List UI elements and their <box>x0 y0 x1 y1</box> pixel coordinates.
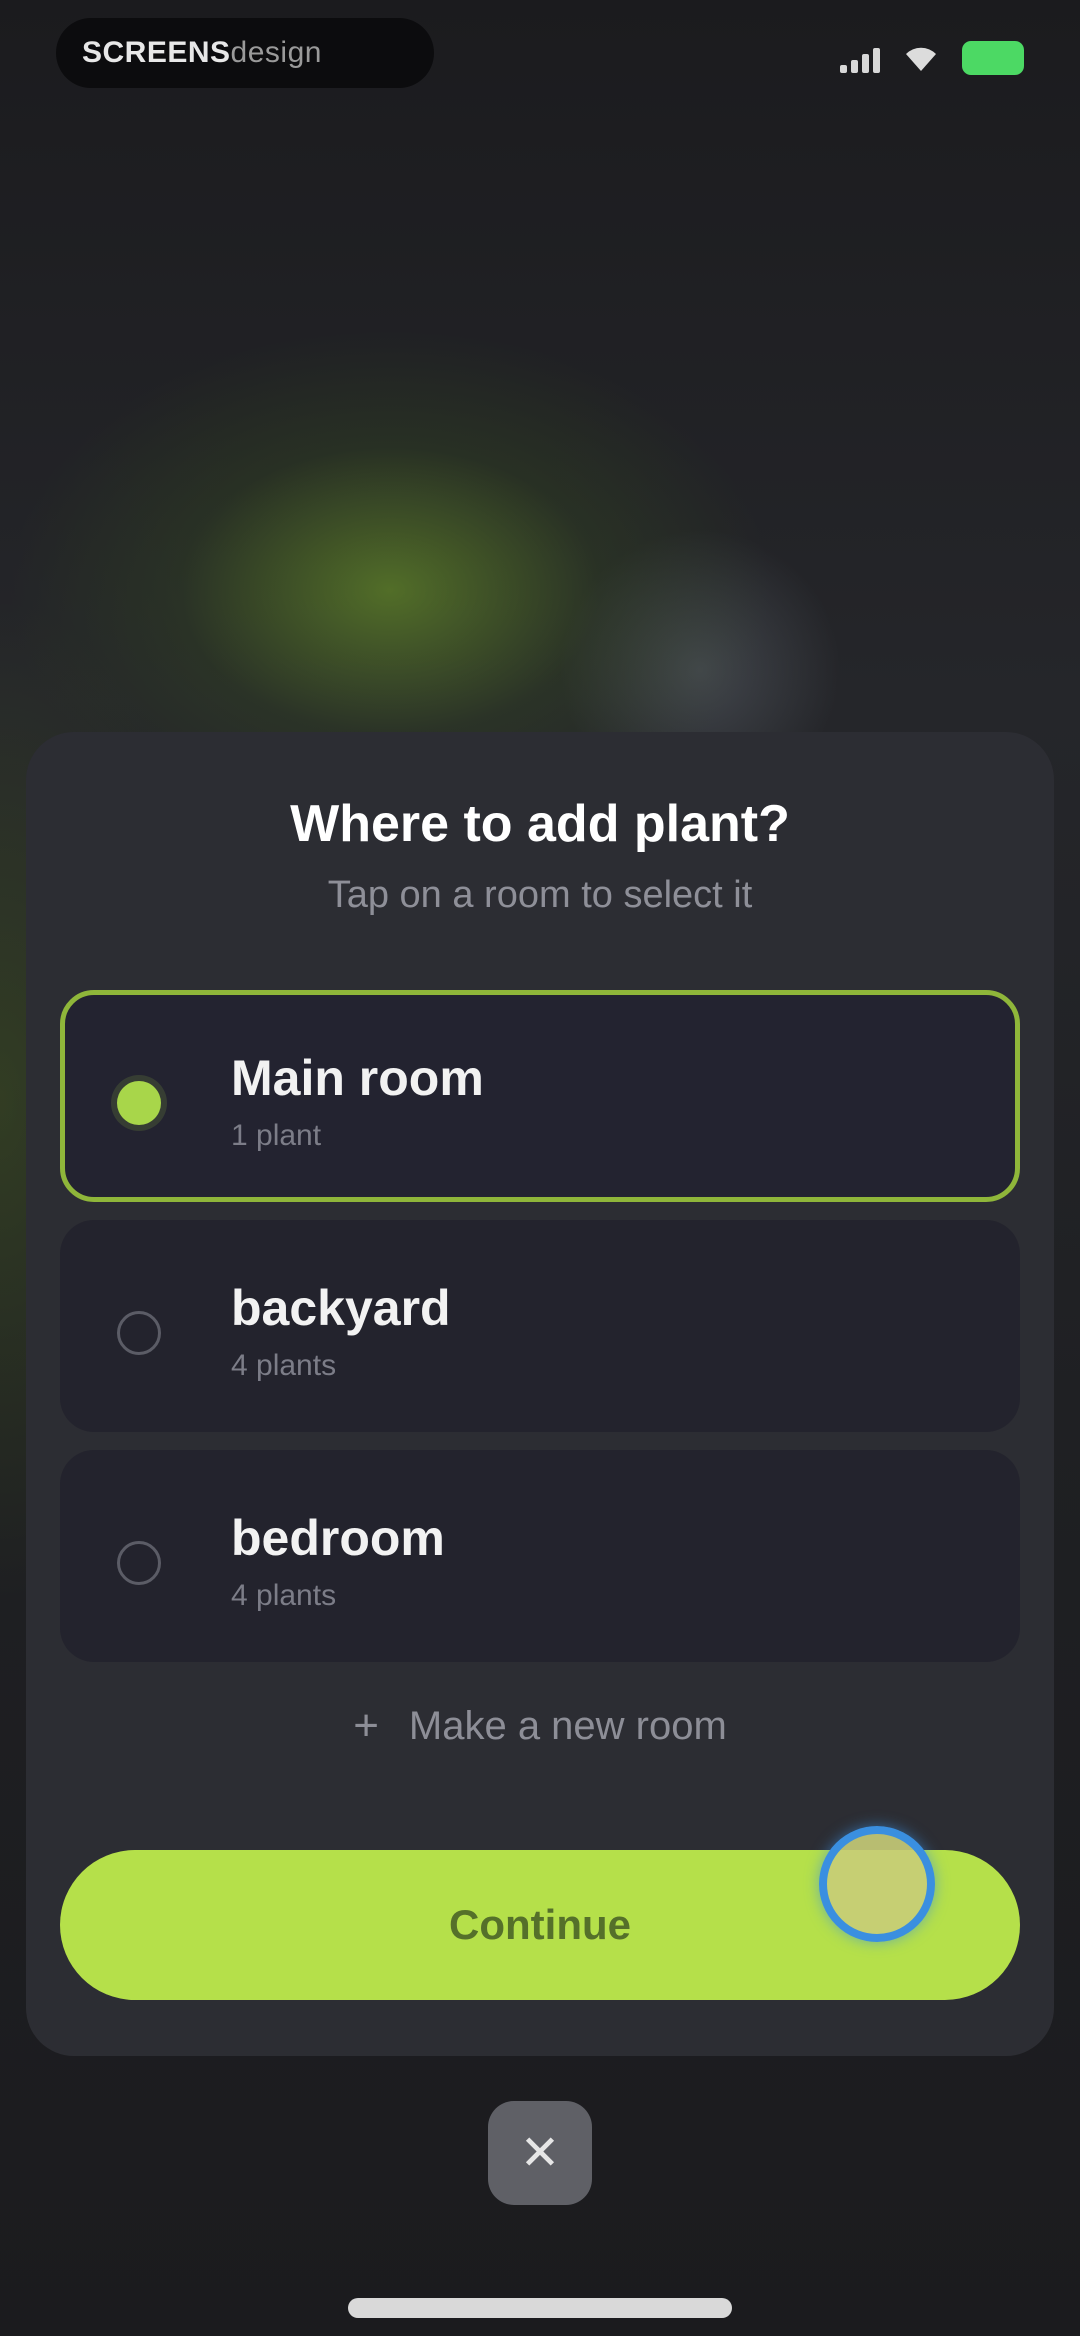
sheet-title: Where to add plant? <box>290 795 790 853</box>
room-name: Main room <box>231 1050 484 1106</box>
room-name: backyard <box>231 1280 451 1336</box>
status-bar: SCREENS design <box>0 0 1080 110</box>
room-plant-count: 1 plant <box>231 1119 322 1152</box>
cellular-signal-icon <box>840 43 880 73</box>
make-new-room-button[interactable]: + Make a new room <box>26 1696 1054 1756</box>
radio-unselected-icon[interactable] <box>117 1541 161 1585</box>
sheet-subtitle: Tap on a room to select it <box>327 874 753 916</box>
room-option-main-room[interactable]: Main room 1 plant <box>60 990 1020 1202</box>
screen: SCREENS design Where to add plant? Tap on… <box>0 0 1080 2336</box>
room-list: Main room 1 plant backyard 4 plants bedr… <box>60 990 1020 1680</box>
status-icons <box>840 36 1024 80</box>
make-new-room-label: Make a new room <box>408 1703 727 1748</box>
app-label-bold: SCREENS <box>82 36 231 69</box>
touch-indicator <box>819 1826 935 1942</box>
room-option-bedroom[interactable]: bedroom 4 plants <box>60 1450 1020 1662</box>
plus-icon: + <box>353 1701 379 1750</box>
app-label-light: design <box>230 36 322 69</box>
app-label-pill: SCREENS design <box>56 18 434 88</box>
room-option-backyard[interactable]: backyard 4 plants <box>60 1220 1020 1432</box>
close-icon: ✕ <box>519 2125 561 2181</box>
radio-unselected-icon[interactable] <box>117 1311 161 1355</box>
background-heading <box>80 290 760 360</box>
room-plant-count: 4 plants <box>231 1349 337 1382</box>
room-plant-count: 4 plants <box>231 1579 337 1612</box>
room-name: bedroom <box>231 1510 445 1566</box>
wifi-icon <box>906 47 936 71</box>
home-indicator[interactable] <box>348 2298 732 2318</box>
radio-selected-icon[interactable] <box>117 1081 161 1125</box>
close-button[interactable]: ✕ <box>488 2101 592 2205</box>
battery-icon <box>962 41 1024 75</box>
